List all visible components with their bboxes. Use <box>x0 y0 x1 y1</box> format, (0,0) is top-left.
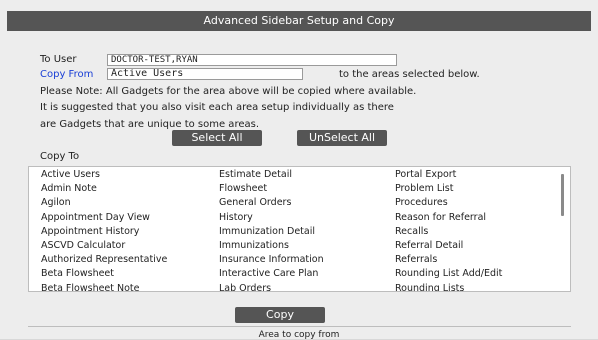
note-line-1: Please Note: All Gadgets for the area ab… <box>40 86 417 97</box>
window-title: Advanced Sidebar Setup and Copy <box>7 11 591 31</box>
copy-button[interactable]: Copy <box>235 307 325 323</box>
unselect-all-button[interactable]: UnSelect All <box>297 130 387 146</box>
list-item[interactable]: History <box>219 211 324 225</box>
copy-from-field[interactable]: Active Users <box>107 68 303 80</box>
list-item[interactable]: Recalls <box>395 225 502 239</box>
list-item[interactable]: Beta Flowsheet Note <box>41 282 167 292</box>
list-item[interactable]: Authorized Representative <box>41 253 167 267</box>
list-item[interactable]: Active Users <box>41 168 167 182</box>
list-item[interactable]: ASCVD Calculator <box>41 239 167 253</box>
dialog-window: Advanced Sidebar Setup and Copy To User … <box>0 0 598 340</box>
divider <box>28 326 571 327</box>
column-2: Estimate Detail Flowsheet General Orders… <box>219 168 324 292</box>
list-item[interactable]: Estimate Detail <box>219 168 324 182</box>
list-item[interactable]: Reason for Referral <box>395 211 502 225</box>
list-item[interactable]: Referral Detail <box>395 239 502 253</box>
list-item[interactable]: Lab Orders <box>219 282 324 292</box>
list-item[interactable]: Rounding Lists <box>395 282 502 292</box>
list-item[interactable]: Admin Note <box>41 182 167 196</box>
list-item[interactable]: Appointment History <box>41 225 167 239</box>
note-line-2: It is suggested that you also visit each… <box>40 102 394 113</box>
list-item[interactable]: Rounding List Add/Edit <box>395 267 502 281</box>
list-item[interactable]: Insurance Information <box>219 253 324 267</box>
list-item[interactable]: Flowsheet <box>219 182 324 196</box>
copy-to-listbox[interactable]: Active Users Admin Note Agilon Appointme… <box>28 166 571 292</box>
listbox-scrollbar[interactable] <box>561 174 564 216</box>
to-user-field[interactable]: DOCTOR-TEST,RYAN <box>107 54 397 66</box>
copy-from-label: Copy From <box>40 69 94 80</box>
list-item[interactable]: General Orders <box>219 196 324 210</box>
list-item[interactable]: Problem List <box>395 182 502 196</box>
list-item[interactable]: Beta Flowsheet <box>41 267 167 281</box>
copy-to-label: Copy To <box>40 151 80 162</box>
list-item[interactable]: Portal Export <box>395 168 502 182</box>
list-item[interactable]: Interactive Care Plan <box>219 267 324 281</box>
column-1: Active Users Admin Note Agilon Appointme… <box>41 168 167 292</box>
areas-suffix-text: to the areas selected below. <box>339 69 480 80</box>
select-all-button[interactable]: Select All <box>172 130 262 146</box>
list-item[interactable]: Immunization Detail <box>219 225 324 239</box>
column-3: Portal Export Problem List Procedures Re… <box>395 168 502 292</box>
note-line-3: are Gadgets that are unique to some area… <box>40 119 259 130</box>
list-item[interactable]: Appointment Day View <box>41 211 167 225</box>
list-item[interactable]: Immunizations <box>219 239 324 253</box>
list-item[interactable]: Procedures <box>395 196 502 210</box>
list-item[interactable]: Agilon <box>41 196 167 210</box>
list-item[interactable]: Referrals <box>395 253 502 267</box>
to-user-label: To User <box>40 54 77 65</box>
